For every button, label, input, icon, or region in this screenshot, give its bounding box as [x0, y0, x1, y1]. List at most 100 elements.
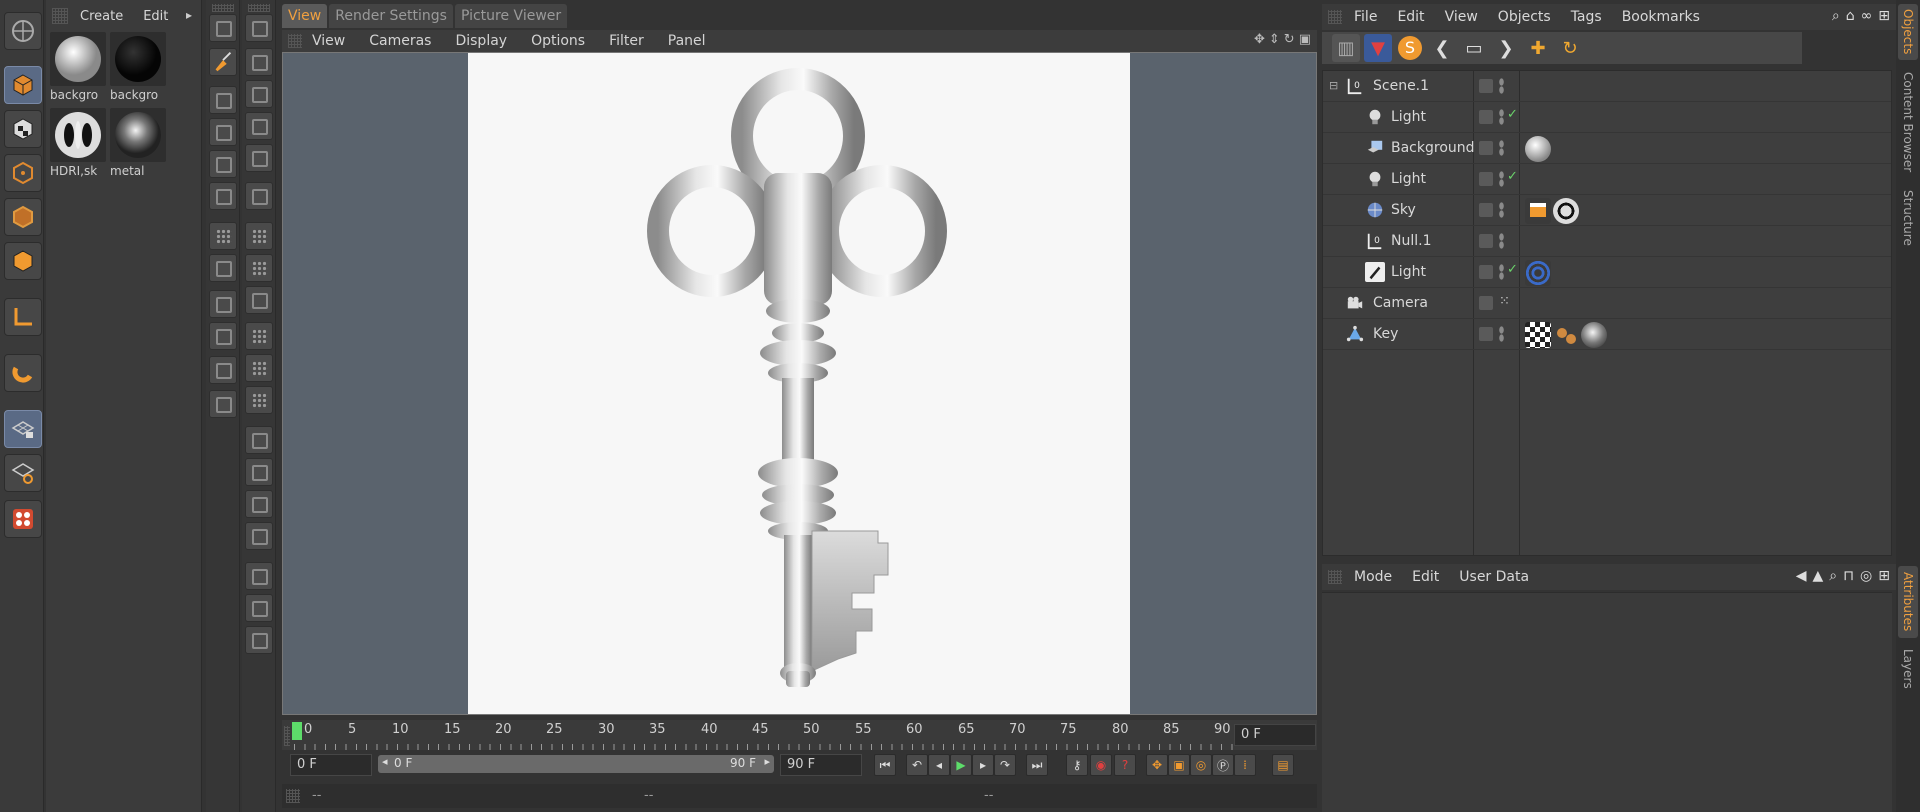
uvw-tag[interactable] [1525, 322, 1551, 348]
viewport-menu-options[interactable]: Options [531, 33, 585, 49]
lock-icon[interactable]: ⊓ [1843, 568, 1854, 584]
end-frame-field[interactable]: 90 F [780, 754, 862, 776]
palette-tool[interactable] [245, 594, 273, 622]
side-tab-attributes[interactable]: Attributes [1898, 566, 1918, 638]
visibility-toggle[interactable] [1479, 141, 1493, 155]
palette-tool[interactable] [209, 14, 237, 42]
material-tag[interactable] [1581, 322, 1607, 348]
palette-tool[interactable] [245, 182, 273, 210]
timeline-window-button[interactable]: ▤ [1272, 754, 1294, 776]
target-icon[interactable]: ◎ [1860, 568, 1872, 584]
palette-tool[interactable] [245, 562, 273, 590]
range-right-arrow-icon[interactable]: ▸ [764, 755, 770, 768]
palette-tool[interactable] [209, 290, 237, 318]
compositing-tag[interactable] [1525, 198, 1551, 224]
move-view-icon[interactable]: ✥ [1254, 32, 1265, 47]
viewport-menu-panel[interactable]: Panel [668, 33, 706, 49]
collapse-icon[interactable]: ⊟ [1329, 79, 1338, 92]
object-row-light[interactable]: Light ✓ [1323, 164, 1891, 195]
render-dots[interactable] [1499, 171, 1504, 187]
menu-grip[interactable] [1328, 10, 1342, 24]
object-row-scene[interactable]: ⊟ 0 Scene.1 [1323, 71, 1891, 102]
palette-tool[interactable] [209, 322, 237, 350]
palette-tool[interactable] [209, 86, 237, 114]
object-row-key[interactable]: Key [1323, 319, 1891, 350]
record-off-button[interactable]: ⚷ [1066, 754, 1088, 776]
viewport-menu-view[interactable]: View [312, 33, 345, 49]
polygons-mode-button[interactable] [4, 242, 42, 280]
object-row-sky[interactable]: Sky [1323, 195, 1891, 226]
object-row-spotlight[interactable]: Light ✓ [1323, 257, 1891, 288]
tab-view[interactable]: View [282, 4, 328, 28]
viewport[interactable] [282, 52, 1317, 715]
start-frame-field[interactable]: 0 F [290, 754, 372, 776]
autokey-button[interactable]: ? [1114, 754, 1136, 776]
play-button[interactable]: ▶ [950, 754, 972, 776]
palette-tool[interactable] [209, 118, 237, 146]
brush-tool[interactable] [209, 48, 237, 76]
viewport-menu-display[interactable]: Display [455, 33, 507, 49]
enabled-check[interactable]: ✓ [1507, 169, 1518, 184]
attributes-menu-user-data[interactable]: User Data [1459, 569, 1529, 585]
side-tab-objects[interactable]: Objects [1898, 4, 1918, 60]
visibility-toggle[interactable] [1479, 203, 1493, 217]
material-menu-more-arrow-icon[interactable]: ▸ [186, 8, 192, 22]
render-dots[interactable] [1499, 233, 1504, 249]
palette-tool[interactable] [245, 254, 273, 282]
material-swatch-0[interactable]: backgro [50, 32, 106, 104]
xpresso-button[interactable] [4, 500, 42, 538]
palette-tool[interactable] [209, 390, 237, 418]
filter-button[interactable]: ▼ [1364, 34, 1392, 62]
render-dots[interactable] [1499, 326, 1504, 342]
objects-menu-tags[interactable]: Tags [1571, 9, 1602, 25]
palette-tool[interactable] [245, 322, 273, 350]
palette-tool[interactable] [245, 14, 273, 42]
phong-tag[interactable] [1553, 322, 1579, 348]
palette-tool[interactable] [209, 222, 237, 250]
key-rotation-button[interactable]: ◎ [1190, 754, 1212, 776]
render-dots[interactable] [1499, 140, 1504, 156]
visibility-toggle[interactable] [1479, 265, 1493, 279]
range-left-arrow-icon[interactable]: ◂ [382, 755, 388, 768]
palette-tool[interactable] [245, 522, 273, 550]
material-swatch-2[interactable]: HDRI,sk [50, 108, 106, 180]
workplane-lock-button[interactable] [4, 410, 42, 448]
go-to-end-button[interactable]: ⏭ [1026, 754, 1048, 776]
object-row-light[interactable]: Light ✓ [1323, 102, 1891, 133]
object-row-camera[interactable]: Camera ⁙ [1323, 288, 1891, 319]
camera-tag-icon[interactable]: ⁙ [1499, 294, 1510, 309]
material-tag[interactable] [1525, 136, 1551, 162]
range-slider[interactable]: ◂ 0 F 90 F ▸ [378, 755, 774, 773]
back-arrow-icon[interactable]: ◀ [1796, 568, 1807, 584]
side-tab-content-browser[interactable]: Content Browser [1898, 70, 1918, 174]
target-tag[interactable] [1525, 260, 1551, 286]
visibility-toggle[interactable] [1479, 172, 1493, 186]
render-dots[interactable] [1499, 109, 1504, 125]
key-pla-button[interactable]: ⁞ [1234, 754, 1256, 776]
search-icon[interactable]: ⌕ [1832, 8, 1840, 24]
axis-mode-button[interactable] [4, 298, 42, 336]
palette-tool[interactable] [245, 80, 273, 108]
palette-tool[interactable] [245, 458, 273, 486]
objects-menu-objects[interactable]: Objects [1498, 9, 1551, 25]
up-arrow-icon[interactable]: ▲ [1812, 568, 1823, 584]
previous-frame-button[interactable]: ◂ [928, 754, 950, 776]
next-key-button[interactable]: ↷ [994, 754, 1016, 776]
palette-tool[interactable] [245, 144, 273, 172]
objects-menu-file[interactable]: File [1354, 9, 1377, 25]
palette-tool[interactable] [209, 150, 237, 178]
visibility-toggle[interactable] [1479, 296, 1493, 310]
go-to-start-button[interactable]: ⏮ [874, 754, 896, 776]
trash-button[interactable]: ▥ [1332, 34, 1360, 62]
palette-tool[interactable] [209, 254, 237, 282]
render-dots[interactable] [1499, 78, 1504, 94]
render-dots[interactable] [1499, 264, 1504, 280]
material-menu-create[interactable]: Create [80, 9, 123, 24]
next-frame-button[interactable]: ▸ [972, 754, 994, 776]
viewport-menu-cameras[interactable]: Cameras [369, 33, 431, 49]
link-icon[interactable]: ∞ [1861, 8, 1873, 24]
key-scale-button[interactable]: ▣ [1168, 754, 1190, 776]
previous-key-button[interactable]: ↶ [906, 754, 928, 776]
palette-tool[interactable] [245, 48, 273, 76]
objects-menu-view[interactable]: View [1445, 9, 1478, 25]
